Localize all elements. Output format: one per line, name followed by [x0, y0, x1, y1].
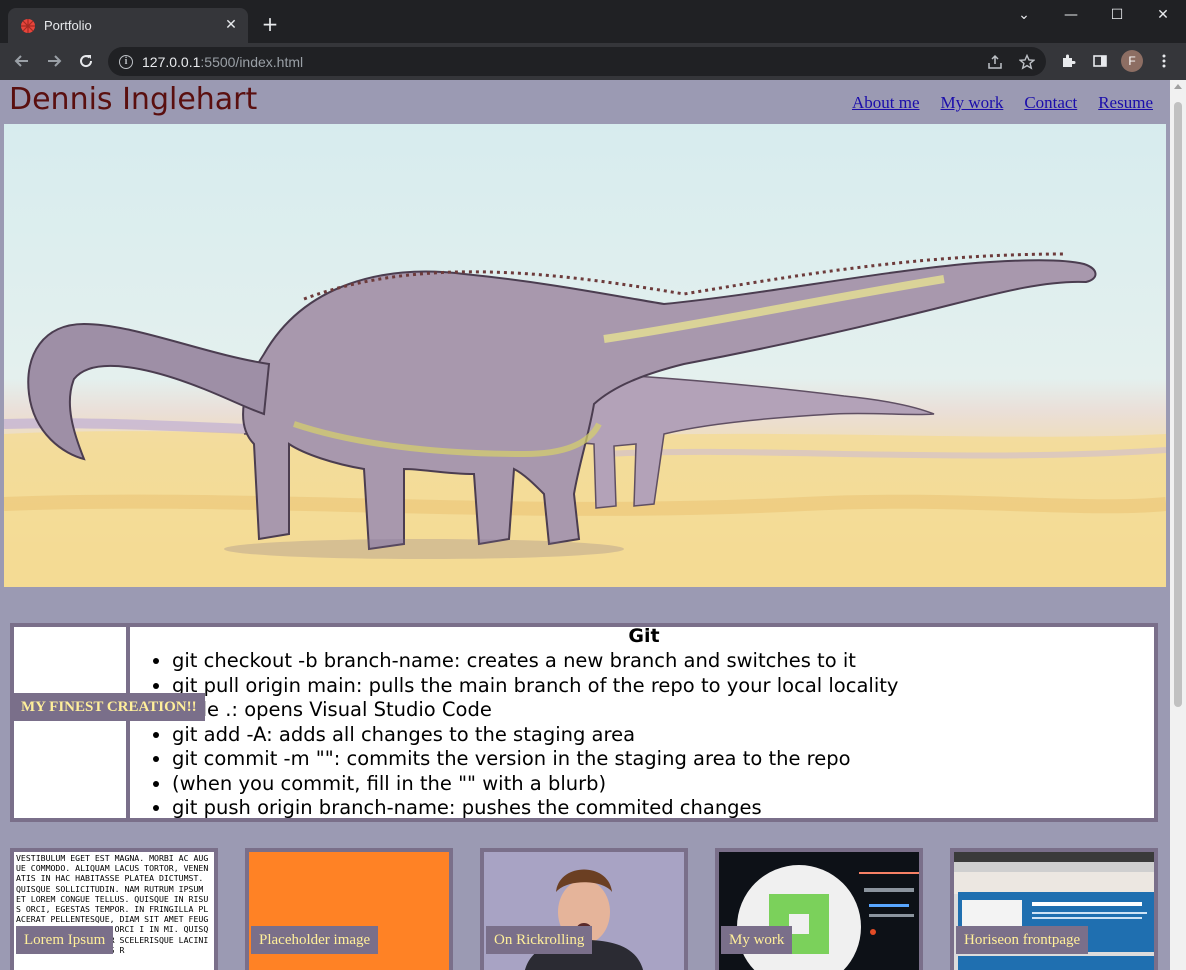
list-item: (when you commit, fill in the "" with a … — [172, 772, 898, 797]
git-panel: Git git checkout -b branch-name: creates… — [10, 623, 1158, 822]
page-scrollbar[interactable] — [1170, 80, 1186, 970]
forward-icon[interactable] — [41, 48, 67, 74]
reload-icon[interactable] — [73, 48, 99, 74]
list-item: git add -A: adds all changes to the stag… — [172, 723, 898, 748]
page-viewport: Dennis Inglehart About me My work Contac… — [0, 80, 1170, 970]
maximize-icon[interactable]: ☐ — [1094, 0, 1140, 30]
git-panel-sidebar — [14, 627, 130, 818]
card-label: My work — [721, 926, 793, 954]
git-command-list: git checkout -b branch-name: creates a n… — [172, 649, 898, 821]
list-item: git commit -m "": commits the version in… — [172, 747, 898, 772]
git-title: Git — [628, 625, 660, 647]
favicon-icon — [21, 18, 35, 33]
card-label: On Rickrolling — [486, 926, 593, 954]
close-tab-icon[interactable]: ✕ — [222, 16, 240, 34]
url-text: 127.0.0.1:5500/index.html — [142, 53, 304, 70]
project-card-rickrolling[interactable]: On Rickrolling — [480, 848, 688, 970]
card-label: Placeholder image — [251, 926, 379, 954]
browser-toolbar: i 127.0.0.1:5500/index.html — [0, 43, 1186, 80]
menu-kebab-icon[interactable] — [1154, 51, 1174, 71]
hero-image — [4, 124, 1166, 587]
project-card-my-work[interactable]: My work — [715, 848, 923, 970]
tab-title: Portfolio — [44, 18, 92, 33]
list-item: code .: opens Visual Studio Code — [172, 698, 898, 723]
nav-link-about[interactable]: About me — [852, 93, 920, 113]
browser-titlebar: Portfolio ✕ + ⌄ — ☐ ✕ — [0, 0, 1186, 43]
card-label: Lorem Ipsum — [16, 926, 114, 954]
project-card-lorem[interactable]: Vestibulum eget est magna. Morbi ac augu… — [10, 848, 218, 970]
back-icon[interactable] — [9, 48, 35, 74]
project-card-horiseon[interactable]: Horiseon frontpage — [950, 848, 1158, 970]
scroll-thumb[interactable] — [1174, 102, 1182, 707]
site-info-icon[interactable]: i — [119, 54, 133, 69]
address-bar[interactable]: i 127.0.0.1:5500/index.html — [108, 47, 1046, 76]
list-item: git checkout -b branch-name: creates a n… — [172, 649, 898, 674]
close-window-icon[interactable]: ✕ — [1140, 0, 1186, 30]
share-icon[interactable] — [986, 53, 1004, 71]
new-tab-icon[interactable]: + — [258, 12, 282, 36]
side-panel-icon[interactable] — [1090, 51, 1110, 71]
profile-avatar[interactable]: F — [1121, 50, 1143, 72]
card-label: Horiseon frontpage — [956, 926, 1089, 954]
bookmark-star-icon[interactable] — [1018, 53, 1036, 71]
scroll-up-icon[interactable] — [1174, 84, 1182, 89]
nav-link-resume[interactable]: Resume — [1098, 93, 1153, 113]
site-nav: About me My work Contact Resume — [852, 93, 1153, 113]
minimize-icon[interactable]: — — [1048, 0, 1094, 30]
site-title: Dennis Inglehart — [9, 82, 258, 117]
finest-creation-badge: MY FINEST CREATION!! — [13, 693, 205, 721]
nav-link-contact[interactable]: Contact — [1024, 93, 1077, 113]
list-item: git push origin branch-name: pushes the … — [172, 796, 898, 821]
browser-tab[interactable]: Portfolio ✕ — [8, 8, 248, 43]
nav-link-my-work[interactable]: My work — [941, 93, 1004, 113]
tab-search-icon[interactable]: ⌄ — [1001, 0, 1047, 30]
project-card-placeholder[interactable]: Placeholder image — [245, 848, 453, 970]
dinosaur-illustration — [4, 252, 1166, 587]
extensions-icon[interactable] — [1058, 51, 1078, 71]
list-item: git pull origin main: pulls the main bra… — [172, 674, 898, 699]
